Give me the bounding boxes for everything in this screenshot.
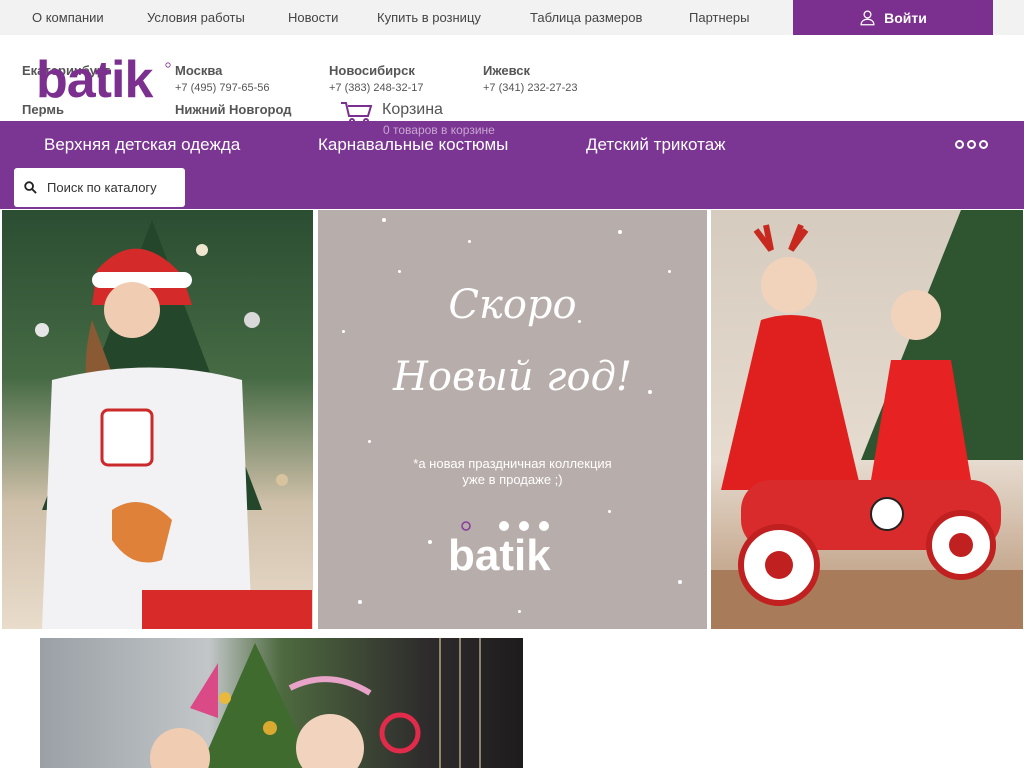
more-menu-icon[interactable] [955,140,988,149]
city-nizhny-novgorod[interactable]: Нижний Новгород [175,102,292,117]
nav-link-news[interactable]: Новости [288,10,338,25]
city-izhevsk[interactable]: Ижевск [483,63,530,78]
search-placeholder: Поиск по каталогу [47,180,157,195]
menu-item-knitwear[interactable]: Детский трикотаж [586,135,726,155]
batik-promo-logo-text: batik [448,531,551,574]
promo-note-line1: *а новая праздничная коллекция [413,456,612,471]
phone-moscow[interactable]: +7 (495) 797-65-56 [175,82,269,94]
nav-link-partners[interactable]: Партнеры [689,10,749,25]
batik-promo-logo: batik [448,521,551,574]
login-label: Войти [884,9,927,26]
batik-logo[interactable]: batik [36,53,171,103]
cart-count: 0 товаров в корзине [383,123,495,137]
nav-link-retail[interactable]: Купить в розницу [377,10,481,25]
phone-novosibirsk[interactable]: +7 (383) 248-32-17 [329,82,423,94]
new-year-promo-panel: Скоро Новый год! *а новая праздничная ко… [318,210,707,629]
nav-link-about[interactable]: О компании [32,10,104,25]
girl-in-pajamas-photo [2,210,313,629]
search-icon [24,181,37,194]
city-perm[interactable]: Пермь [22,102,64,117]
top-links: О компании Условия работы Новости Купить… [0,0,793,35]
phone-izhevsk[interactable]: +7 (341) 232-27-23 [483,82,577,94]
cart-label: Корзина [382,101,443,118]
city-moscow[interactable]: Москва [175,63,222,78]
nav-link-terms[interactable]: Условия работы [147,10,245,25]
login-button[interactable]: Войти [793,0,993,35]
promo-headline-line1: Скоро [448,282,577,328]
promo-headline-line2: Новый год! [392,354,633,400]
menu-item-outerwear[interactable]: Верхняя детская одежда [44,135,240,155]
kids-on-toy-car-photo [711,210,1023,629]
batik-logo-text: batik [36,53,153,103]
party-girls-photo[interactable] [40,638,523,768]
menu-item-carnival[interactable]: Карнавальные костюмы [318,135,508,155]
nav-link-size-table[interactable]: Таблица размеров [530,10,642,25]
user-icon [860,10,875,26]
promo-banner[interactable]: Скоро Новый год! *а новая праздничная ко… [0,209,1024,630]
top-navigation: О компании Условия работы Новости Купить… [0,0,1024,35]
promo-note-line2: уже в продаже ;) [462,472,563,487]
city-novosibirsk[interactable]: Новосибирск [329,63,415,78]
catalog-search-input[interactable]: Поиск по каталогу [14,168,185,207]
